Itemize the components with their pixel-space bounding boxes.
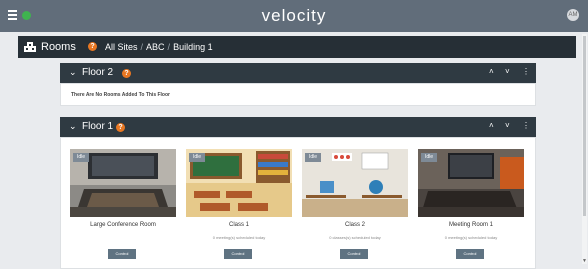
floor-2-body: There Are No Rooms Added To This Floor [60, 83, 536, 106]
breadcrumb-trail: All Sites / ABC / Building 1 [105, 42, 213, 52]
avatar[interactable]: AM [567, 9, 579, 21]
app-logo: velocity [261, 6, 327, 25]
help-icon[interactable]: ? [88, 42, 97, 51]
schedule-text: 0 meeting(s) scheduled today [212, 235, 266, 240]
breadcrumb-separator: / [167, 42, 171, 52]
chevron-up-icon[interactable]: ˄ [489, 121, 494, 130]
floor-title: Floor 2 [82, 67, 114, 78]
chevron-up-icon[interactable]: ˄ [489, 67, 494, 76]
status-badge: Idle [421, 153, 438, 162]
room-card[interactable]: Idle Meeting Room 1 0 meeting(s) schedul… [418, 149, 524, 267]
chevron-down-icon[interactable]: ˅ [505, 121, 510, 130]
room-name: Class 1 [228, 222, 249, 228]
control-button[interactable]: Control [340, 249, 368, 259]
room-name: Meeting Room 1 [448, 222, 494, 228]
scroll-down-icon[interactable]: ▼ [582, 258, 587, 264]
schedule-text: 0 classes(s) scheduled today [329, 235, 381, 240]
control-button[interactable]: Control [108, 249, 136, 259]
control-button[interactable]: Control [224, 249, 252, 259]
help-icon[interactable]: ? [122, 69, 131, 78]
room-name: Class 2 [344, 222, 365, 228]
building-icon [24, 42, 36, 52]
breadcrumb-separator: / [140, 42, 144, 52]
scrollbar[interactable]: ▼ [582, 34, 587, 264]
room-card[interactable]: Idle Large Conference Room Control [70, 149, 176, 267]
more-options-icon[interactable]: ⋮ [522, 67, 530, 76]
room-card[interactable]: Idle Class 1 0 meeting(s) scheduled toda… [186, 149, 292, 267]
status-badge: Idle [189, 153, 206, 162]
chevron-down-icon[interactable]: ⌄ [69, 67, 77, 78]
chevron-down-icon[interactable]: ˅ [505, 67, 510, 76]
help-icon[interactable]: ? [116, 123, 125, 132]
status-badge: Idle [305, 153, 322, 162]
room-card[interactable]: Idle Class 2 0 classes(s) scheduled toda… [302, 149, 408, 267]
floor-1-header[interactable]: ⌄ Floor 1 ? ˄ ˅ ⋮ [60, 117, 536, 137]
page-title: Rooms [41, 41, 76, 53]
more-options-icon[interactable]: ⋮ [522, 121, 530, 130]
breadcrumb-item-all-sites[interactable]: All Sites [105, 42, 138, 52]
floor-title: Floor 1 [82, 121, 114, 132]
chevron-down-icon[interactable]: ⌄ [69, 121, 77, 132]
scrollbar-thumb[interactable] [583, 36, 586, 216]
schedule-text: 0 meeting(s) scheduled today [444, 235, 498, 240]
breadcrumb-item-building[interactable]: Building 1 [173, 42, 213, 52]
breadcrumb: Rooms ? All Sites / ABC / Building 1 [18, 36, 576, 58]
room-name: Large Conference Room [90, 222, 156, 228]
floor-2-header[interactable]: ⌄ Floor 2 ? ˄ ˅ ⋮ [60, 63, 536, 83]
control-button[interactable]: Control [456, 249, 484, 259]
breadcrumb-item-abc[interactable]: ABC [146, 42, 165, 52]
app-header: velocity AM [0, 0, 588, 32]
empty-floor-message: There Are No Rooms Added To This Floor [71, 92, 170, 98]
status-badge: Idle [73, 153, 90, 162]
